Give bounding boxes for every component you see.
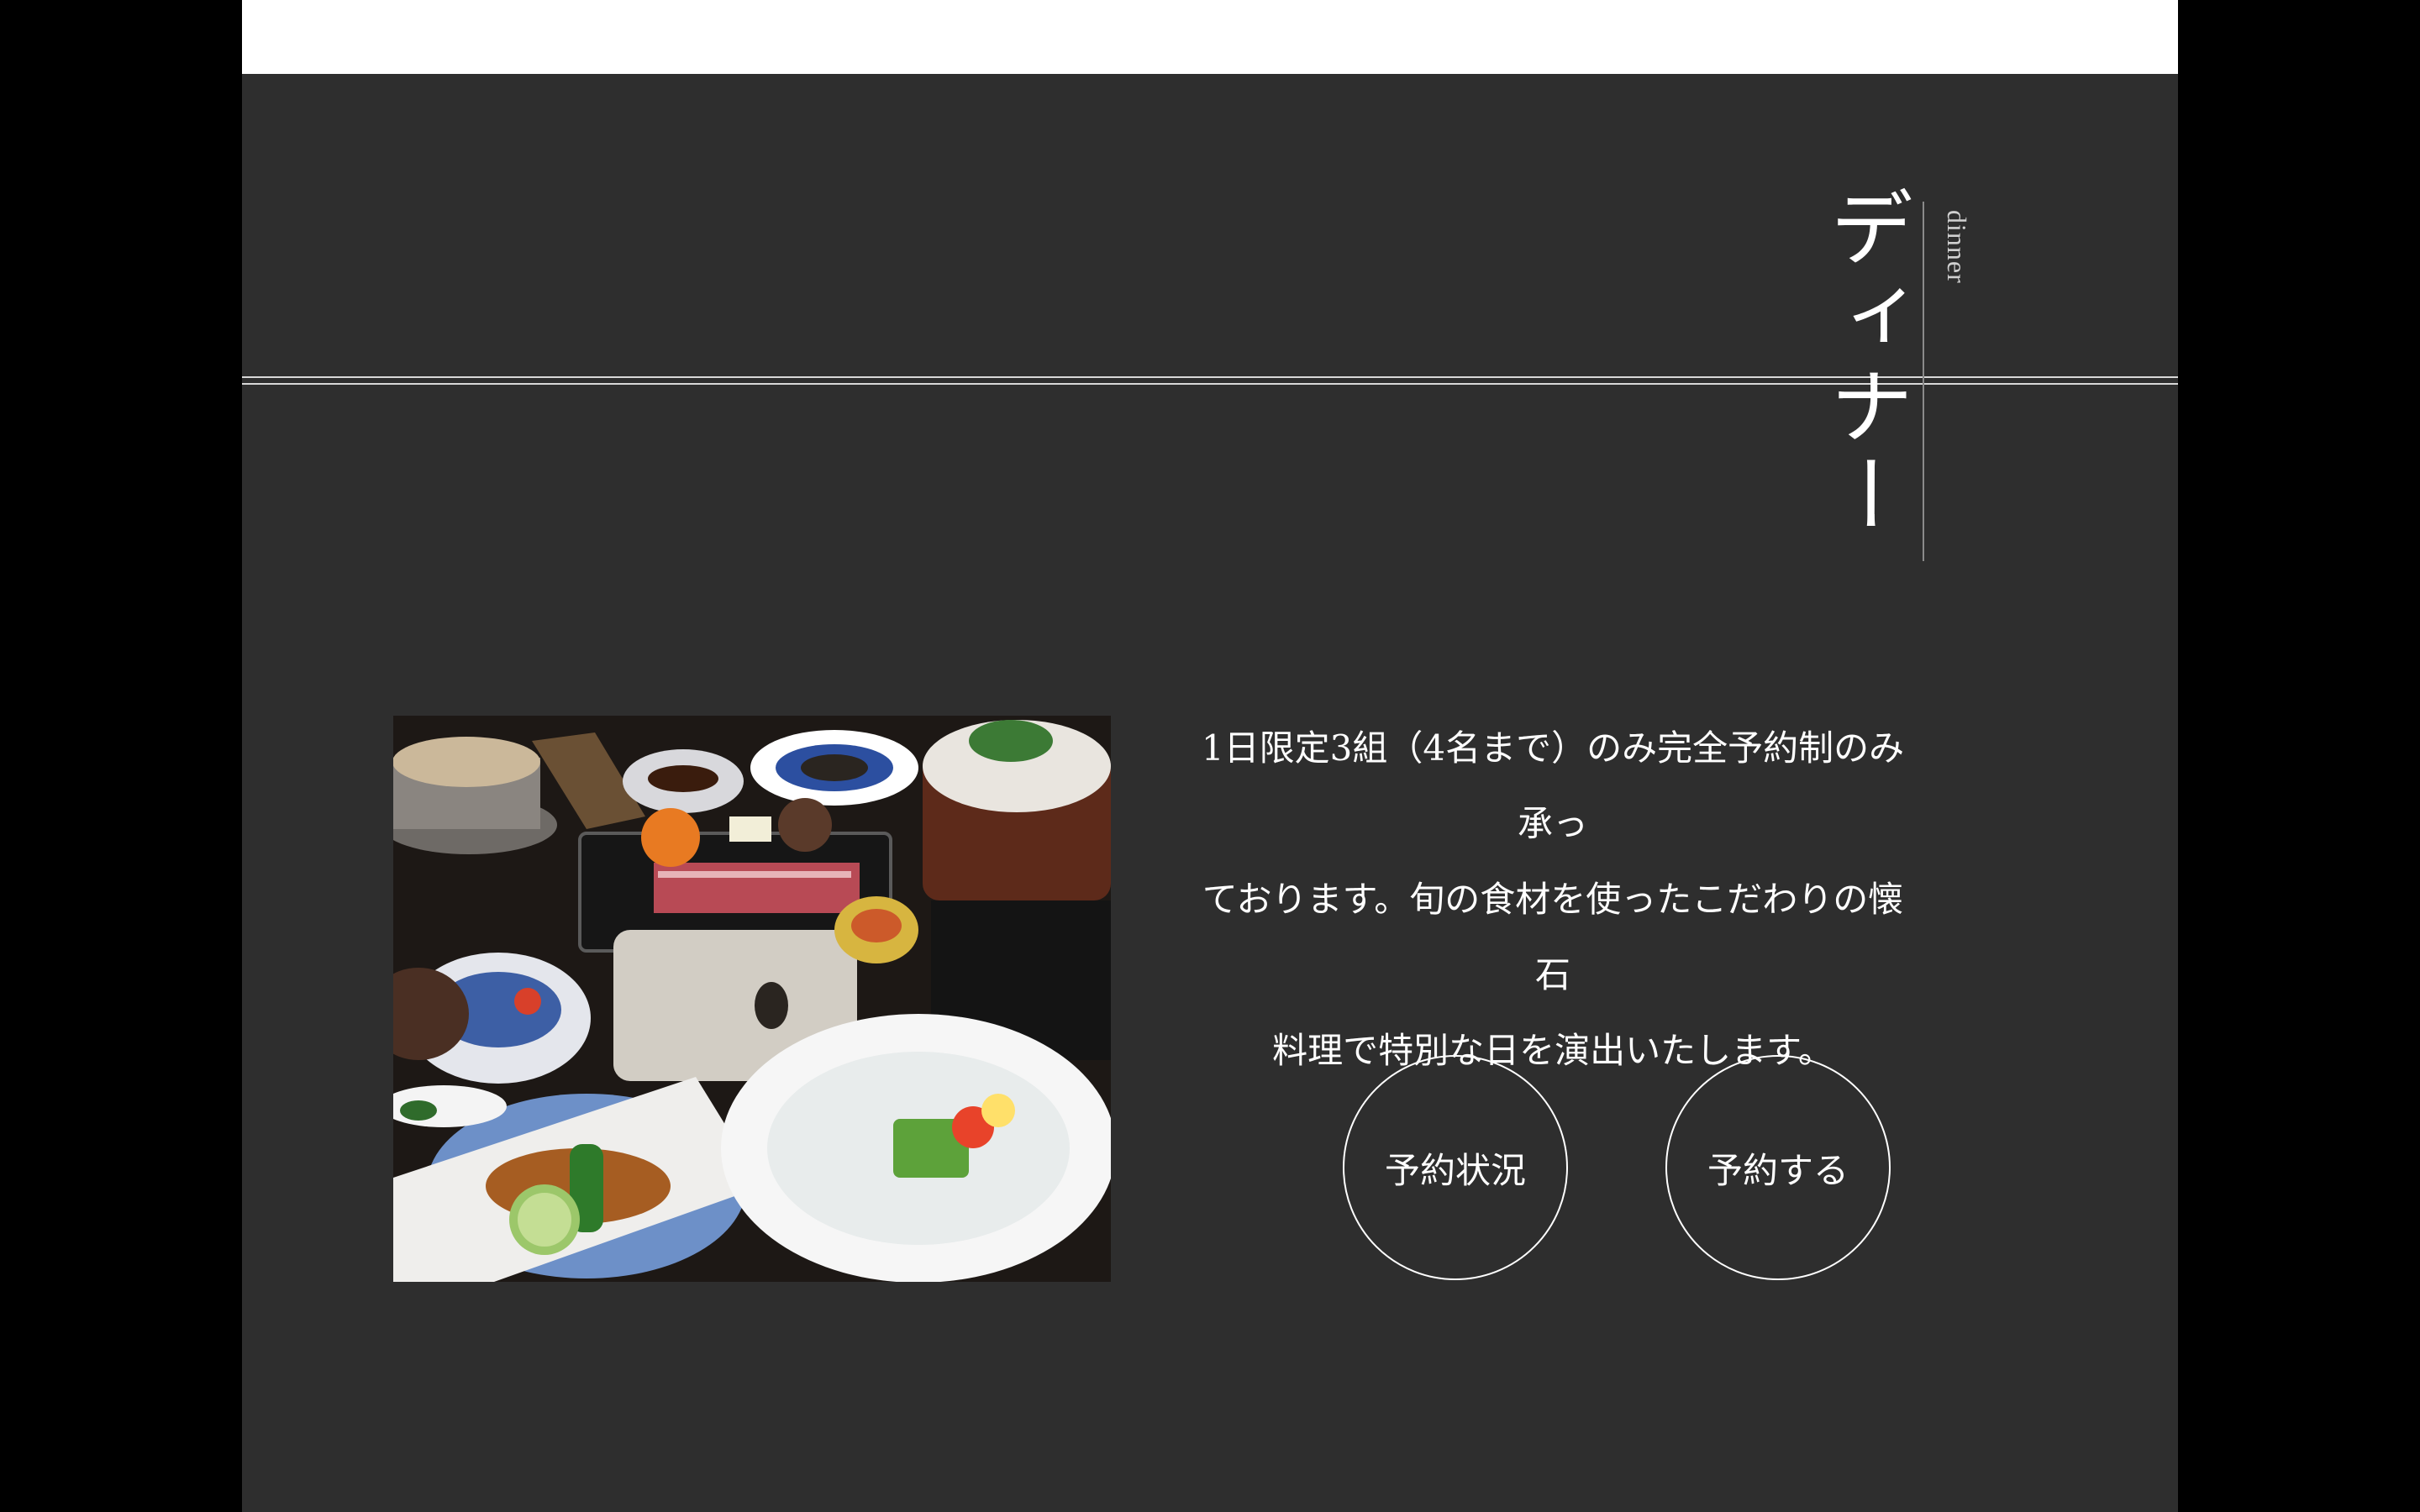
dinner-course-photo xyxy=(393,716,1111,1282)
reservation-status-button[interactable]: 予約状況 xyxy=(1343,1055,1568,1280)
description-line: 1日限定3組（4名まで）のみ完全予約制のみ承っ xyxy=(1201,727,1905,844)
make-reservation-button[interactable]: 予約する xyxy=(1665,1055,1891,1280)
section-title: ディナー xyxy=(1815,185,1913,541)
description-line: ております。旬の食材を使ったこだわりの懐石 xyxy=(1202,879,1904,995)
dinner-description: 1日限定3組（4名まで）のみ完全予約制のみ承っ ております。旬の食材を使ったこだ… xyxy=(1200,711,1906,1089)
dinner-section: ディナー dinner 1日限定3組（4名まで）のみ完全予約制のみ承っ ておりま… xyxy=(242,0,2178,1512)
top-white-bar xyxy=(242,0,2178,74)
food-illustration xyxy=(393,716,1111,1282)
section-subtitle: dinner xyxy=(1942,210,1972,284)
title-vertical-divider xyxy=(1923,202,1924,561)
